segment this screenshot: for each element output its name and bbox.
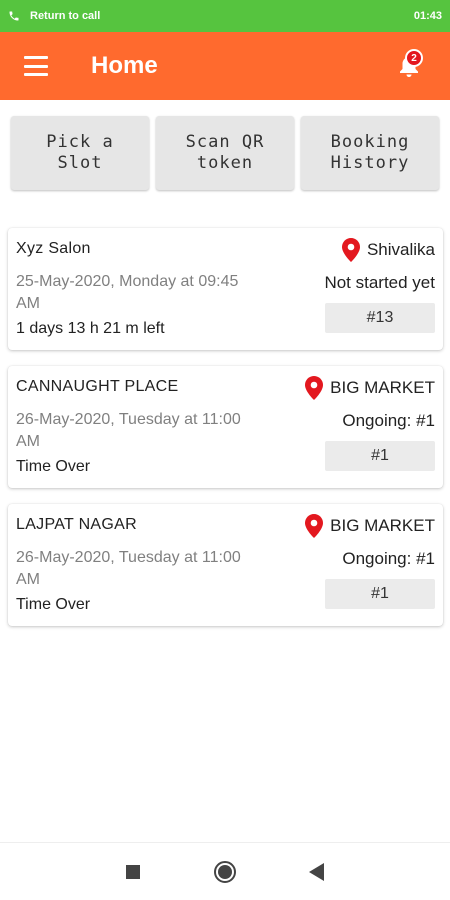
square-icon: [126, 864, 140, 879]
booking-list: Xyz Salon 25-May-2020, Monday at 09:45 A…: [8, 228, 443, 642]
booking-name: Xyz Salon: [16, 240, 91, 257]
booking-location-label: BIG MARKET: [330, 378, 435, 397]
booking-location: BIG MARKET: [305, 514, 435, 538]
booking-location-label: BIG MARKET: [330, 516, 435, 535]
booking-remaining: Time Over: [16, 596, 91, 613]
booking-remaining: Time Over: [16, 458, 91, 475]
booking-card[interactable]: CANNAUGHT PLACE 26-May-2020, Tuesday at …: [8, 366, 443, 488]
booking-datetime: 26-May-2020, Tuesday at 11:00 AM: [16, 411, 241, 450]
return-to-call-bar[interactable]: Return to call 01:43: [0, 0, 450, 32]
booking-card[interactable]: Xyz Salon 25-May-2020, Monday at 09:45 A…: [8, 228, 443, 350]
pick-a-slot-button[interactable]: Pick a Slot: [11, 116, 149, 190]
notification-badge: 2: [405, 49, 423, 67]
location-pin-icon: [341, 238, 360, 262]
system-nav-bar: [0, 842, 450, 900]
page-title: Home: [91, 52, 158, 79]
location-pin-icon: [305, 376, 324, 400]
booking-location: Shivalika: [341, 238, 435, 262]
scan-qr-token-button[interactable]: Scan QR token: [156, 116, 294, 190]
recents-button[interactable]: [113, 852, 153, 892]
token-number: #1: [325, 579, 435, 609]
booking-location: BIG MARKET: [305, 376, 435, 400]
booking-location-label: Shivalika: [366, 240, 435, 259]
booking-history-button[interactable]: Booking History: [301, 116, 439, 190]
app-bar: Home 2: [0, 32, 450, 100]
token-number: #1: [325, 441, 435, 471]
triangle-back-icon: [309, 862, 324, 881]
booking-status: Not started yet: [324, 273, 435, 292]
booking-datetime: 26-May-2020, Tuesday at 11:00 AM: [16, 549, 241, 588]
location-pin-icon: [305, 514, 324, 538]
booking-status: Ongoing: #1: [342, 549, 435, 568]
back-button[interactable]: [297, 852, 337, 892]
booking-name: CANNAUGHT PLACE: [16, 378, 179, 395]
booking-status: Ongoing: #1: [342, 411, 435, 430]
phone-icon: [8, 9, 22, 23]
booking-remaining: 1 days 13 h 21 m left: [16, 320, 165, 337]
booking-name: LAJPAT NAGAR: [16, 516, 137, 533]
notifications-button[interactable]: 2: [389, 46, 429, 86]
action-buttons: Pick a Slot Scan QR token Booking Histor…: [11, 116, 439, 190]
status-time: 01:43: [413, 10, 442, 22]
booking-datetime: 25-May-2020, Monday at 09:45 AM: [16, 273, 239, 312]
booking-card[interactable]: LAJPAT NAGAR 26-May-2020, Tuesday at 11:…: [8, 504, 443, 626]
home-button[interactable]: [205, 852, 245, 892]
screen: Return to call 01:43 Home 2 Pick a Slot …: [0, 0, 450, 900]
return-to-call-label: Return to call: [30, 10, 101, 22]
circle-icon: [214, 860, 236, 883]
menu-icon[interactable]: [24, 56, 48, 76]
token-number: #13: [325, 303, 435, 333]
